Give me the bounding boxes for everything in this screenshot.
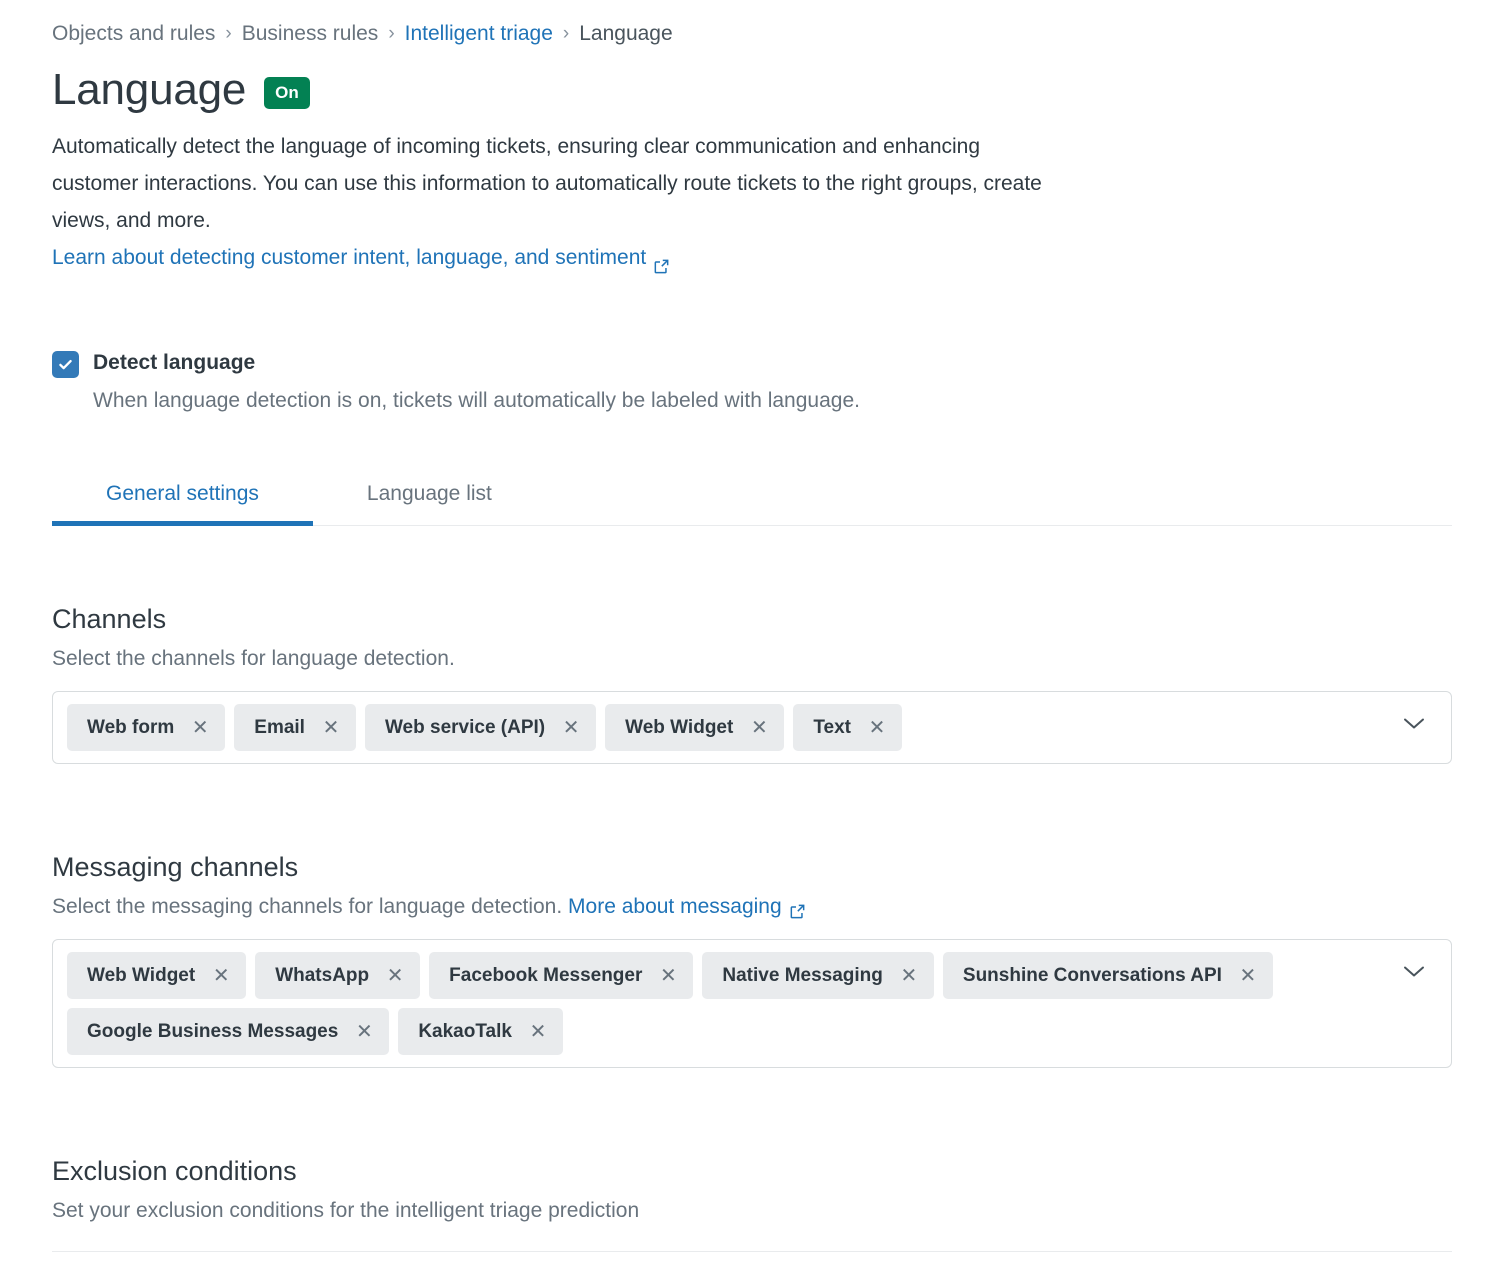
messaging-channels-pill[interactable]: Sunshine Conversations API ✕ (942, 952, 1273, 999)
messaging-channels-pill[interactable]: Web Widget ✕ (67, 952, 247, 999)
messaging-channels-section: Messaging channels Select the messaging … (52, 850, 1452, 1068)
messaging-channels-pill[interactable]: Native Messaging ✕ (702, 952, 934, 999)
channels-section: Channels Select the channels for languag… (52, 602, 1452, 764)
remove-icon[interactable]: ✕ (191, 718, 209, 738)
channels-pill[interactable]: Web form ✕ (67, 704, 226, 751)
messaging-channels-pill-list: Web Widget ✕ WhatsApp ✕ Facebook Messeng… (67, 952, 1381, 1055)
messaging-channels-pill-label: Google Business Messages (87, 1020, 339, 1042)
exclusion-conditions-title: Exclusion conditions (52, 1156, 297, 1186)
remove-icon[interactable]: ✕ (355, 1022, 373, 1042)
detect-language-section: Detect language When language detection … (52, 348, 1452, 416)
messaging-channels-title: Messaging channels (52, 852, 299, 882)
external-link-icon (653, 250, 670, 274)
breadcrumb-item-business-rules[interactable]: Business rules (242, 20, 379, 48)
remove-icon[interactable]: ✕ (1239, 966, 1257, 986)
messaging-channels-pill[interactable]: KakaoTalk ✕ (398, 1008, 563, 1055)
messaging-channels-multiselect[interactable]: Web Widget ✕ WhatsApp ✕ Facebook Messeng… (52, 939, 1452, 1068)
channels-pill[interactable]: Web service (API) ✕ (364, 704, 597, 751)
remove-icon[interactable]: ✕ (659, 966, 677, 986)
detect-language-label[interactable]: Detect language (93, 348, 255, 378)
messaging-channels-subtitle: Select the messaging channels for langua… (52, 893, 1452, 921)
messaging-channels-pill-label: Sunshine Conversations API (962, 964, 1222, 986)
more-about-messaging-link[interactable]: More about messaging (568, 893, 806, 921)
channels-pill-list: Web form ✕ Email ✕ Web service (API) ✕ W… (67, 704, 1381, 751)
channels-pill[interactable]: Text ✕ (793, 704, 902, 751)
messaging-channels-pill-label: WhatsApp (275, 964, 370, 986)
remove-icon[interactable]: ✕ (322, 718, 340, 738)
detect-language-checkbox[interactable] (52, 351, 79, 378)
messaging-channels-pill-label: Web Widget (87, 964, 196, 986)
page-description-text: Automatically detect the language of inc… (52, 135, 1042, 232)
channels-subtitle: Select the channels for language detecti… (52, 647, 455, 670)
channels-pill-label: Text (813, 716, 851, 738)
channels-multiselect[interactable]: Web form ✕ Email ✕ Web service (API) ✕ W… (52, 691, 1452, 764)
tab-general-settings[interactable]: General settings (52, 479, 313, 526)
channels-pill[interactable]: Web Widget ✕ (605, 704, 785, 751)
page-description: Automatically detect the language of inc… (52, 128, 1062, 276)
breadcrumb-separator-icon: › (225, 23, 232, 44)
settings-tablist: General settings Language list (52, 468, 1452, 526)
channels-title: Channels (52, 604, 167, 634)
channels-pill-label: Email (254, 716, 305, 738)
language-settings-page: Objects and rules › Business rules › Int… (0, 0, 1504, 1284)
more-about-messaging-label: More about messaging (568, 895, 782, 918)
breadcrumb-item-objects-and-rules[interactable]: Objects and rules (52, 20, 215, 48)
remove-icon[interactable]: ✕ (562, 718, 580, 738)
learn-more-link[interactable]: Learn about detecting customer intent, l… (52, 239, 670, 276)
exclusion-conditions-section: Exclusion conditions Set your exclusion … (52, 1154, 1452, 1252)
messaging-channels-pill[interactable]: Facebook Messenger ✕ (429, 952, 694, 999)
remove-icon[interactable]: ✕ (868, 718, 886, 738)
channels-pill-label: Web Widget (625, 716, 734, 738)
breadcrumb: Objects and rules › Business rules › Int… (52, 0, 1452, 48)
channels-pill[interactable]: Email ✕ (234, 704, 356, 751)
chevron-down-icon[interactable] (1403, 965, 1425, 978)
remove-icon[interactable]: ✕ (900, 966, 918, 986)
detect-language-row[interactable]: Detect language (52, 348, 1452, 378)
breadcrumb-separator-icon: › (562, 23, 570, 44)
breadcrumb-separator-icon: › (388, 23, 395, 44)
breadcrumb-item-language: Language (579, 22, 673, 45)
learn-more-link-label: Learn about detecting customer intent, l… (52, 246, 647, 269)
channels-pill-label: Web service (API) (384, 716, 546, 738)
messaging-channels-pill-label: Native Messaging (722, 964, 883, 986)
messaging-channels-pill[interactable]: Google Business Messages ✕ (67, 1008, 390, 1055)
page-title: Language (52, 65, 247, 114)
section-divider (52, 1251, 1452, 1252)
status-badge: On (264, 77, 310, 109)
page-header: Language On (52, 64, 1452, 116)
remove-icon[interactable]: ✕ (750, 718, 768, 738)
external-link-icon (789, 900, 806, 918)
channels-pill-label: Web form (87, 716, 175, 738)
detect-language-hint: When language detection is on, tickets w… (93, 389, 860, 412)
messaging-channels-subtitle-text: Select the messaging channels for langua… (52, 895, 563, 918)
messaging-channels-pill[interactable]: WhatsApp ✕ (255, 952, 421, 999)
remove-icon[interactable]: ✕ (529, 1022, 547, 1042)
remove-icon[interactable]: ✕ (386, 966, 404, 986)
remove-icon[interactable]: ✕ (212, 966, 230, 986)
tab-language-list[interactable]: Language list (313, 479, 546, 525)
messaging-channels-pill-label: KakaoTalk (418, 1020, 512, 1042)
breadcrumb-item-intelligent-triage[interactable]: Intelligent triage (405, 20, 553, 48)
chevron-down-icon[interactable] (1403, 717, 1425, 730)
messaging-channels-pill-label: Facebook Messenger (449, 964, 643, 986)
exclusion-conditions-subtitle: Set your exclusion conditions for the in… (52, 1199, 640, 1222)
